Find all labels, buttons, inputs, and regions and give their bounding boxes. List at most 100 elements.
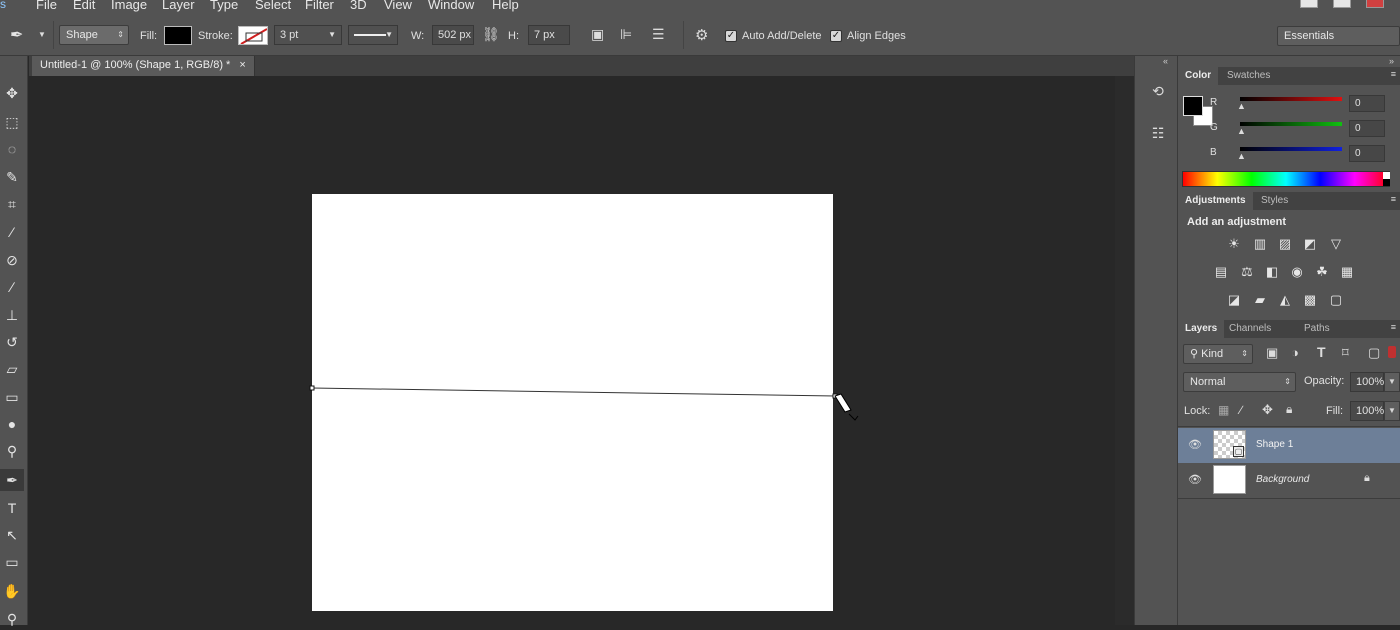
- exposure-icon[interactable]: ◩: [1302, 237, 1318, 251]
- preset-chevron-down-icon[interactable]: ▼: [38, 30, 46, 39]
- filter-adjustment-icon[interactable]: ◑: [1291, 345, 1299, 360]
- link-icon[interactable]: ⛓: [482, 26, 500, 43]
- color-spectrum-ramp[interactable]: [1182, 171, 1390, 187]
- threshold-icon[interactable]: ◭: [1277, 293, 1293, 307]
- filter-pixel-icon[interactable]: ▣: [1266, 345, 1278, 361]
- lock-transparent-icon[interactable]: ▦: [1218, 403, 1229, 417]
- brush-tool-icon[interactable]: ∕: [0, 276, 24, 298]
- filter-toggle-switch[interactable]: [1388, 346, 1396, 358]
- panel-menu-icon[interactable]: ≡: [1391, 69, 1396, 79]
- gradient-tool-icon[interactable]: ▭: [0, 386, 24, 408]
- curves-icon[interactable]: ▨: [1277, 237, 1293, 251]
- levels-icon[interactable]: ▥: [1252, 237, 1268, 251]
- history-brush-tool-icon[interactable]: ↺: [0, 331, 24, 353]
- stroke-width-select[interactable]: 3 pt ▼: [274, 25, 342, 45]
- menu-window[interactable]: Window: [428, 0, 474, 12]
- selective-color-icon[interactable]: ▢: [1328, 293, 1344, 307]
- type-tool-icon[interactable]: T: [0, 497, 24, 519]
- eyedropper-tool-icon[interactable]: ⁄: [0, 221, 24, 243]
- eye-icon[interactable]: 👁︎: [1188, 438, 1202, 451]
- blue-value-field[interactable]: 0: [1349, 145, 1385, 162]
- path-arrangement-icon[interactable]: ☰: [652, 26, 665, 43]
- menu-help[interactable]: Help: [492, 0, 519, 12]
- fill-swatch[interactable]: [164, 26, 192, 45]
- posterize-icon[interactable]: ▰: [1252, 293, 1268, 307]
- move-tool-icon[interactable]: ✥: [0, 82, 24, 104]
- menu-filter[interactable]: Filter: [305, 0, 334, 12]
- gradient-map-icon[interactable]: ▩: [1302, 293, 1318, 307]
- healing-brush-tool-icon[interactable]: ⊘: [0, 249, 24, 271]
- hue-saturation-icon[interactable]: ▤: [1213, 265, 1229, 279]
- path-operations-icon[interactable]: ▣: [591, 26, 604, 43]
- auto-add-delete-checkbox[interactable]: ✓: [725, 30, 737, 42]
- tool-mode-select[interactable]: Shape ⇕: [59, 25, 129, 45]
- tab-color[interactable]: Color: [1178, 67, 1219, 85]
- minimize-button[interactable]: [1300, 0, 1318, 8]
- menu-image[interactable]: Image: [111, 0, 147, 12]
- blur-tool-icon[interactable]: ●: [0, 413, 24, 435]
- path-selection-tool-icon[interactable]: ↖: [0, 524, 24, 546]
- stroke-swatch[interactable]: [238, 26, 268, 45]
- green-value-field[interactable]: 0: [1349, 120, 1385, 137]
- quick-selection-tool-icon[interactable]: ✎: [0, 166, 24, 188]
- filter-smart-object-icon[interactable]: ▢: [1368, 345, 1380, 361]
- marquee-tool-icon[interactable]: ⬚: [0, 111, 24, 133]
- hand-tool-icon[interactable]: ✋: [0, 580, 24, 602]
- menu-view[interactable]: View: [384, 0, 412, 12]
- opacity-input[interactable]: 100%: [1350, 372, 1384, 392]
- photo-filter-icon[interactable]: ◉: [1289, 265, 1305, 279]
- eye-icon[interactable]: 👁︎: [1188, 473, 1202, 486]
- gear-icon[interactable]: ⚙: [695, 26, 708, 44]
- pen-tool-preset-icon[interactable]: ✒: [10, 25, 23, 45]
- canvas-area[interactable]: [29, 76, 1134, 625]
- dodge-tool-icon[interactable]: ⚲: [0, 440, 24, 462]
- menu-3d[interactable]: 3D: [350, 0, 367, 12]
- green-slider[interactable]: [1240, 122, 1342, 126]
- red-slider[interactable]: [1240, 97, 1342, 101]
- menu-layer[interactable]: Layer: [162, 0, 195, 12]
- history-panel-icon[interactable]: ⟲: [1147, 80, 1169, 102]
- layer-row[interactable]: 👁︎ ▢ Shape 1: [1178, 428, 1400, 463]
- filter-type-icon[interactable]: T: [1317, 344, 1326, 360]
- workspace-select[interactable]: Essentials: [1277, 26, 1400, 46]
- layer-filter-kind-select[interactable]: ⚲ Kind ⇕: [1183, 344, 1253, 364]
- expand-panels-icon[interactable]: »: [1389, 56, 1394, 66]
- channel-mixer-icon[interactable]: ☘: [1314, 265, 1330, 279]
- blend-mode-select[interactable]: Normal ⇕: [1183, 372, 1296, 392]
- tab-channels[interactable]: Channels: [1222, 320, 1278, 338]
- layer-row[interactable]: 👁︎ Background 🔒︎: [1178, 463, 1400, 498]
- invert-icon[interactable]: ◪: [1226, 293, 1242, 307]
- vibrance-icon[interactable]: ▽: [1328, 237, 1344, 251]
- stroke-type-select[interactable]: ▼: [348, 25, 398, 45]
- lock-position-icon[interactable]: ✥: [1262, 402, 1273, 418]
- green-slider-handle-icon[interactable]: ▲: [1237, 126, 1246, 136]
- tab-styles[interactable]: Styles: [1254, 192, 1295, 210]
- blue-slider-handle-icon[interactable]: ▲: [1237, 151, 1246, 161]
- close-window-button[interactable]: [1366, 0, 1384, 8]
- align-edges-checkbox[interactable]: ✓: [830, 30, 842, 42]
- tab-layers[interactable]: Layers: [1178, 320, 1225, 338]
- tab-swatches[interactable]: Swatches: [1220, 67, 1277, 85]
- panel-menu-icon[interactable]: ≡: [1391, 194, 1396, 204]
- foreground-color-swatch[interactable]: [1183, 96, 1203, 116]
- shape-tool-icon[interactable]: ▭: [0, 551, 24, 573]
- pen-tool-icon[interactable]: ✒: [0, 469, 24, 491]
- black-white-icon[interactable]: ◧: [1264, 265, 1280, 279]
- opacity-dropdown-button[interactable]: ▼: [1384, 372, 1400, 392]
- height-input[interactable]: 7 px: [528, 25, 570, 45]
- black-swatch[interactable]: [1383, 179, 1390, 186]
- width-input[interactable]: 502 px: [432, 25, 474, 45]
- clone-stamp-tool-icon[interactable]: ⊥: [0, 304, 24, 326]
- color-lookup-icon[interactable]: ▦: [1339, 265, 1355, 279]
- zoom-tool-icon[interactable]: ⚲: [0, 608, 24, 630]
- close-tab-icon[interactable]: ×: [239, 59, 245, 71]
- brightness-contrast-icon[interactable]: ☀: [1226, 237, 1242, 251]
- properties-panel-icon[interactable]: ☷: [1147, 122, 1169, 144]
- lasso-tool-icon[interactable]: ◌: [0, 138, 24, 160]
- path-alignment-icon[interactable]: ⊫: [620, 26, 632, 43]
- menu-select[interactable]: Select: [255, 0, 291, 12]
- panel-menu-icon[interactable]: ≡: [1391, 322, 1396, 332]
- lock-all-icon[interactable]: 🔒︎: [1286, 402, 1292, 417]
- maximize-button[interactable]: [1333, 0, 1351, 8]
- eraser-tool-icon[interactable]: ▱: [0, 358, 24, 380]
